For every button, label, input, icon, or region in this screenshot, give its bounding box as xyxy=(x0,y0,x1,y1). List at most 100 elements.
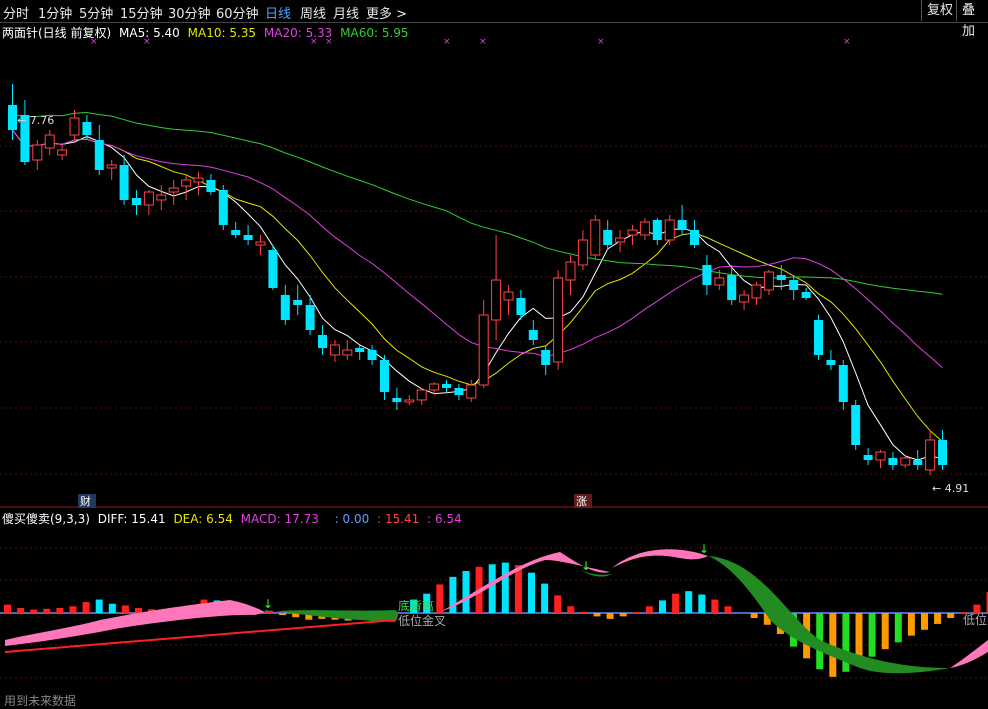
macd-bar-50 xyxy=(659,600,666,613)
pink-ribbon-3 xyxy=(612,549,708,568)
candle-66 xyxy=(826,360,835,365)
candle-61 xyxy=(764,272,773,290)
candle-22 xyxy=(281,295,290,320)
high-price-label: ← 7.76 xyxy=(17,114,54,127)
candle-59 xyxy=(740,295,749,302)
macd-bar-35 xyxy=(463,571,470,613)
macd-bar-21 xyxy=(279,613,286,615)
chart-markers: ← 7.76 ← 4.91 财 涨 底背离 低位金叉 低位 ×××××××× xyxy=(17,37,987,628)
candle-25 xyxy=(318,335,327,348)
signal-cross-marker-3: × xyxy=(325,37,333,47)
candle-6 xyxy=(82,122,91,135)
candle-42 xyxy=(529,330,538,340)
cai-marker[interactable]: 财 xyxy=(80,494,91,508)
signal-cross-marker-5: × xyxy=(479,37,487,47)
candle-52 xyxy=(653,220,662,240)
candle-28 xyxy=(355,348,364,352)
macd-bar-45 xyxy=(594,613,601,616)
candle-19 xyxy=(244,235,253,240)
macd-bar-33 xyxy=(436,584,443,613)
candle-68 xyxy=(851,405,860,445)
macd-bar-3 xyxy=(43,609,50,613)
candle-26 xyxy=(330,345,339,355)
candle-53 xyxy=(665,220,674,240)
candle-67 xyxy=(839,365,848,402)
macd-bar-39 xyxy=(515,565,522,613)
macd-bar-1 xyxy=(17,608,24,613)
candles xyxy=(8,84,947,475)
candle-34 xyxy=(430,384,439,390)
candle-40 xyxy=(504,292,513,300)
macd-bar-41 xyxy=(541,584,548,613)
candle-57 xyxy=(715,278,724,285)
signal-cross-marker-6: × xyxy=(597,37,605,47)
candle-0 xyxy=(8,105,17,130)
macd-bar-46 xyxy=(607,613,614,619)
candle-33 xyxy=(417,390,426,400)
macd-bar-4 xyxy=(56,608,63,613)
buy-arrow-1: ↓ xyxy=(581,559,591,573)
macd-bar-43 xyxy=(567,606,574,613)
macd-bar-5 xyxy=(70,606,77,613)
candle-38 xyxy=(479,315,488,385)
green-ribbon-1 xyxy=(265,610,398,622)
pink-ribbon-1 xyxy=(5,600,265,646)
kline-chart[interactable]: ↓↓↓ ← 7.76 ← 4.91 财 涨 底背离 低位金叉 低位 ××××××… xyxy=(0,0,988,705)
candle-24 xyxy=(306,305,315,330)
macd-bar-57 xyxy=(751,613,758,618)
macd-bar-70 xyxy=(921,613,928,630)
macd-bar-9 xyxy=(122,605,129,613)
signal-cross-marker-0: × xyxy=(90,37,98,47)
macd-bar-56 xyxy=(738,613,745,614)
ma-line-ma10 xyxy=(13,130,943,442)
low-golden-cross-label: 低位金叉 xyxy=(398,613,446,628)
macd-bar-8 xyxy=(109,604,116,613)
candle-16 xyxy=(206,180,215,192)
candle-45 xyxy=(566,262,575,280)
candle-63 xyxy=(789,280,798,290)
candle-74 xyxy=(926,440,935,470)
candle-39 xyxy=(492,280,501,320)
candle-48 xyxy=(603,230,612,245)
buy-arrow-2: ↓ xyxy=(699,542,709,556)
candle-43 xyxy=(541,350,550,365)
candle-36 xyxy=(454,388,463,395)
macd-bar-38 xyxy=(502,563,509,613)
candle-65 xyxy=(814,320,823,355)
candle-5 xyxy=(70,118,79,135)
candle-49 xyxy=(616,238,625,242)
macd-bar-52 xyxy=(685,591,692,613)
macd-bar-37 xyxy=(489,564,496,613)
low-price-label: ← 4.91 xyxy=(932,482,969,495)
candle-2 xyxy=(33,145,42,160)
macd-bar-6 xyxy=(83,602,90,613)
candle-29 xyxy=(368,350,377,360)
macd-bar-0 xyxy=(4,605,11,613)
candle-54 xyxy=(678,220,687,230)
macd-bar-44 xyxy=(580,612,587,613)
candle-46 xyxy=(578,240,587,265)
candle-11 xyxy=(144,192,153,205)
candle-62 xyxy=(777,275,786,280)
candle-56 xyxy=(702,265,711,285)
candle-20 xyxy=(256,242,265,245)
candle-35 xyxy=(442,384,451,388)
pink-ribbon-4 xyxy=(950,640,988,668)
macd-bar-42 xyxy=(554,595,561,613)
zhang-marker[interactable]: 涨 xyxy=(576,495,587,508)
candle-70 xyxy=(876,452,885,460)
candle-21 xyxy=(268,250,277,288)
candle-13 xyxy=(169,188,178,192)
macd-bar-54 xyxy=(711,600,718,613)
candle-31 xyxy=(392,398,401,402)
signal-cross-marker-7: × xyxy=(843,37,851,47)
candle-41 xyxy=(516,298,525,315)
macd-bar-74 xyxy=(973,605,980,613)
bottom-divergence-label: 底背离 xyxy=(398,598,434,613)
signal-cross-marker-1: × xyxy=(143,37,151,47)
candle-51 xyxy=(640,222,649,235)
candle-50 xyxy=(628,230,637,235)
low-position-label: 低位 xyxy=(963,612,987,627)
macd-bar-68 xyxy=(895,613,902,642)
signal-cross-marker-2: × xyxy=(310,37,318,47)
